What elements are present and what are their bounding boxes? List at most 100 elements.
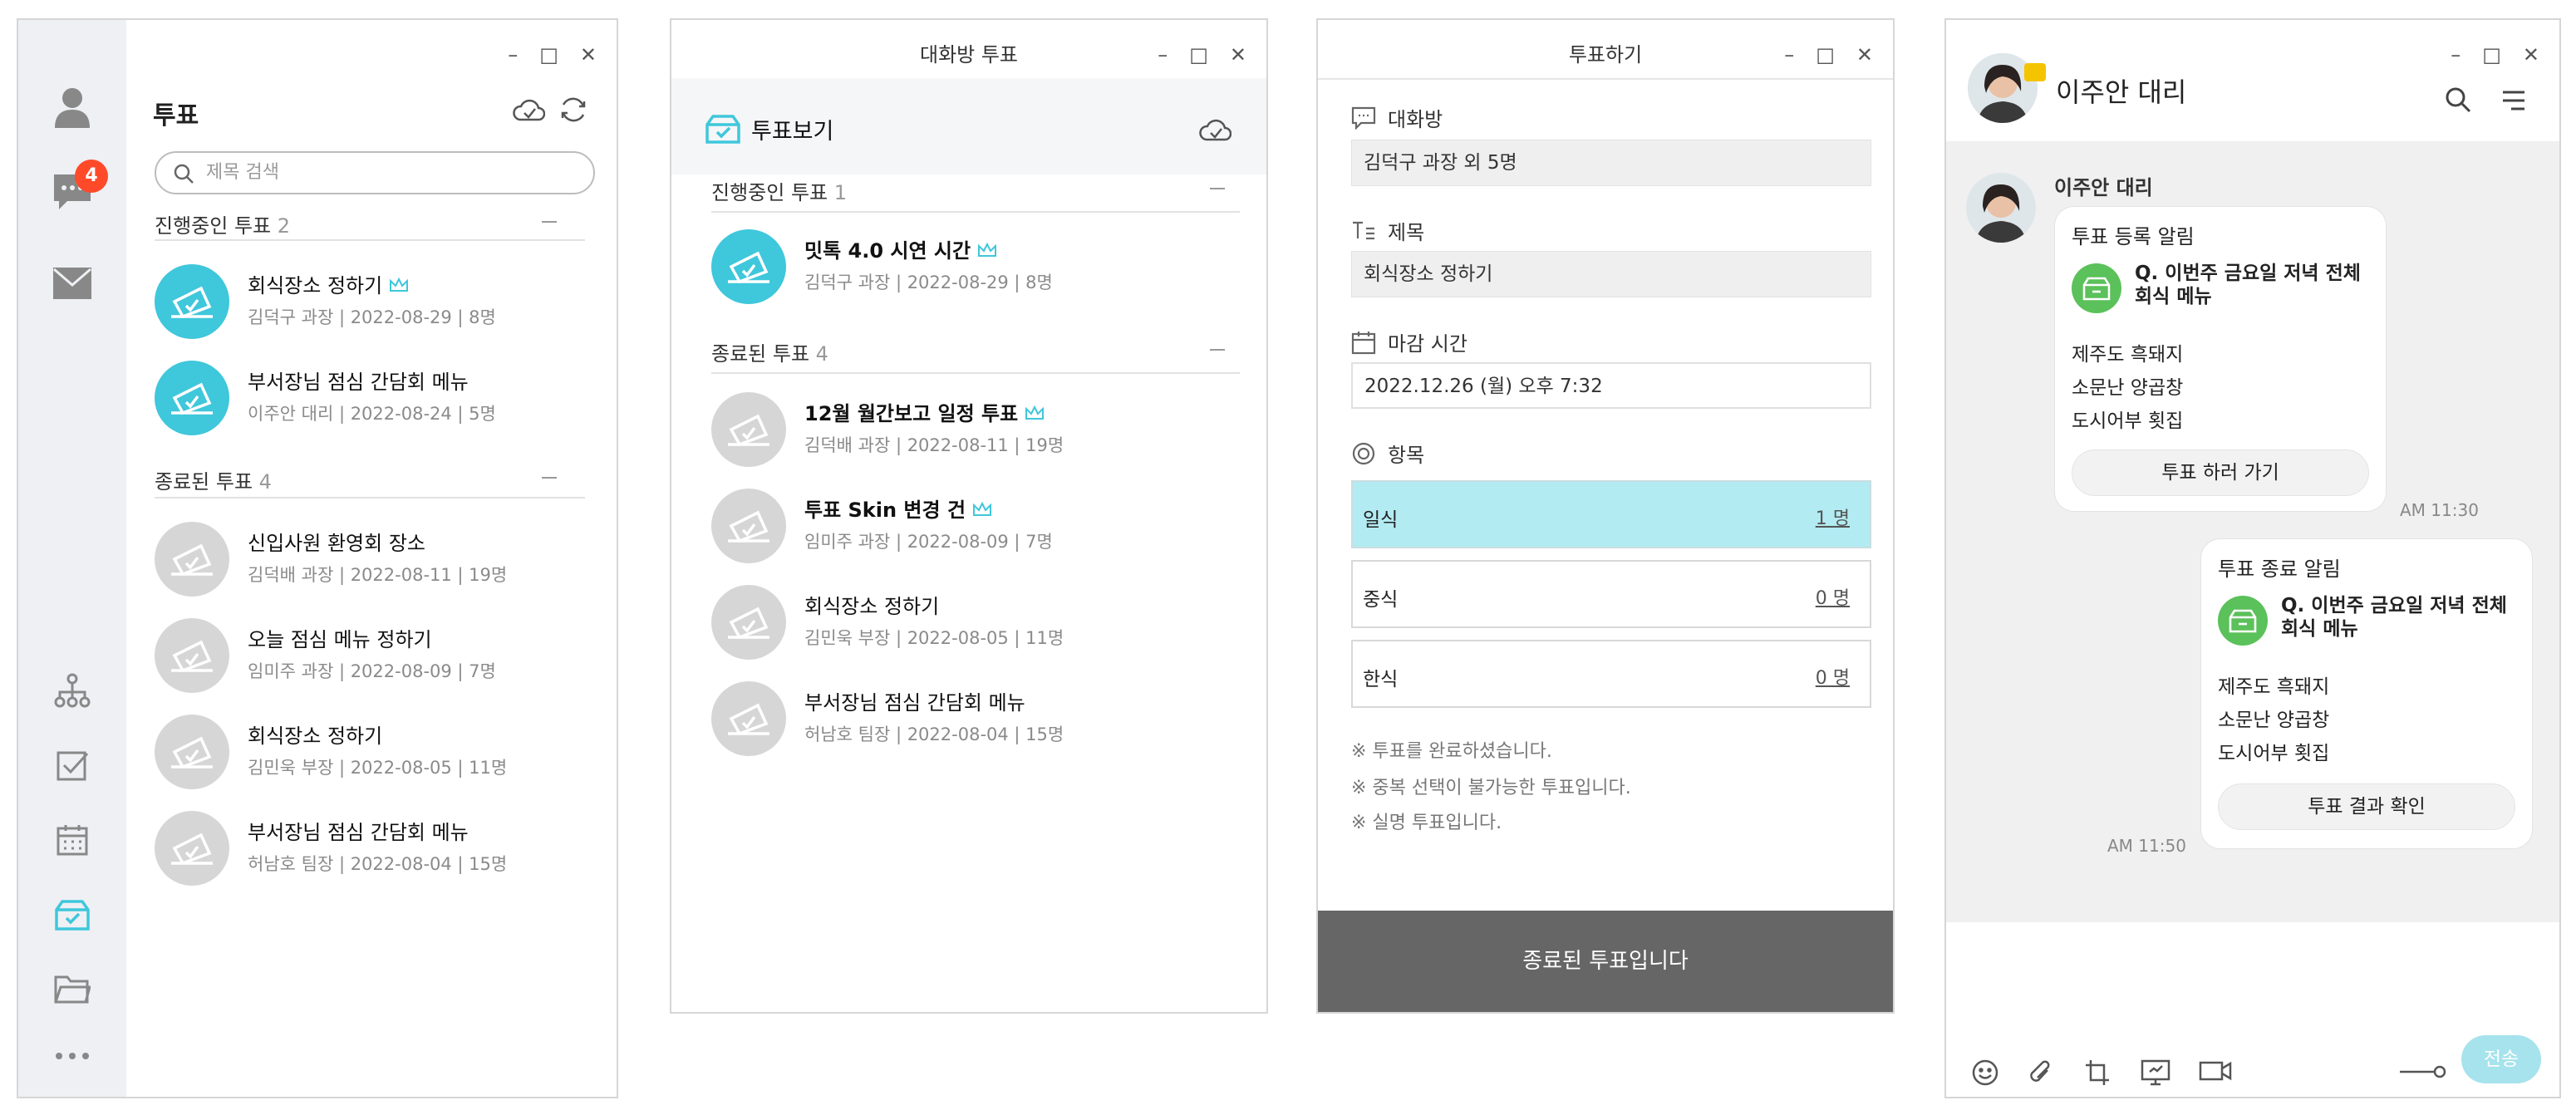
item-title: 부서장님 점심 간담회 메뉴 [804, 691, 1025, 715]
emoji-icon[interactable] [1971, 1059, 1999, 1087]
more-icon[interactable] [52, 1035, 93, 1077]
vote-box-icon[interactable] [52, 894, 93, 936]
screen-share-icon[interactable] [2141, 1059, 2170, 1087]
message-header: 투표 등록 알림 [2072, 225, 2195, 248]
collapse-ongoing-button[interactable] [1210, 188, 1225, 189]
ended-section-header[interactable]: 종료된 투표 4 [155, 465, 272, 494]
ballot-icon [171, 736, 213, 769]
vote-question: Q. 이번주 금요일 저녁 전체 회식 메뉴 [2135, 263, 2361, 307]
deadline-field: 2022.12.26 (월) 오후 7:32 [1351, 362, 1871, 409]
minimize-button[interactable]: – [1784, 45, 1794, 65]
ballot-icon [171, 543, 213, 577]
vote-list-item[interactable]: 밋톡 4.0 시연 시간 김덕구 과장 | 2022-08-29 | 8명 [711, 229, 1227, 312]
vote-avatar [711, 229, 786, 304]
message-time: AM 11:50 [2107, 836, 2186, 856]
item-meta: 김민욱 부장 | 2022-08-05 | 11명 [248, 758, 508, 778]
vote-option[interactable]: 한식 0 명 [1351, 640, 1871, 708]
attachment-icon[interactable] [2028, 1059, 2052, 1087]
ongoing-section-header[interactable]: 진행중인 투표 1 [711, 176, 847, 205]
divider [711, 211, 1240, 213]
vote-ended-banner: 종료된 투표입니다 [1318, 911, 1893, 1012]
cloud-upload-icon[interactable] [512, 96, 546, 128]
option-count-link[interactable]: 0 명 [1816, 663, 1850, 690]
minimize-button[interactable]: – [1158, 45, 1168, 65]
option-count-link[interactable]: 0 명 [1816, 583, 1850, 610]
menu-icon[interactable] [2501, 90, 2526, 111]
vote-option[interactable]: 중식 0 명 [1351, 560, 1871, 628]
ended-section-header[interactable]: 종료된 투표 4 [711, 337, 828, 366]
refresh-icon[interactable] [558, 95, 588, 130]
send-button[interactable]: 전송 [2461, 1035, 2541, 1083]
close-button[interactable]: ✕ [580, 45, 597, 65]
vote-list-item[interactable]: 회식장소 정하기 김덕구 과장 | 2022-08-29 | 8명 [155, 264, 603, 347]
room-label-text: 대화방 [1388, 108, 1443, 131]
video-call-icon[interactable] [2199, 1059, 2232, 1083]
mail-icon[interactable] [52, 263, 93, 304]
maximize-button[interactable]: □ [1189, 45, 1208, 65]
ballot-icon [728, 510, 769, 543]
vote-avatar [155, 811, 229, 886]
calendar-icon[interactable] [52, 819, 93, 861]
vote-list-item[interactable]: 부서장님 점심 간담회 메뉴 허남호 팀장 | 2022-08-04 | 15명 [711, 681, 1227, 764]
item-title: 회식장소 정하기 [248, 274, 383, 297]
ballot-icon [171, 640, 213, 673]
minimize-button[interactable]: – [2451, 45, 2460, 65]
crop-icon[interactable] [2084, 1059, 2111, 1087]
room-label: 대화방 [1351, 103, 1443, 132]
crown-icon [977, 240, 997, 263]
vote-result-button[interactable]: 투표 결과 확인 [2218, 783, 2515, 830]
search-icon[interactable] [2445, 86, 2471, 113]
message-header: 투표 종료 알림 [2218, 558, 2341, 581]
vote-option-selected[interactable]: 일식 1 명 [1351, 480, 1871, 548]
collapse-ongoing-button[interactable] [542, 221, 557, 223]
ballot-icon [728, 414, 769, 447]
folder-icon[interactable] [52, 969, 93, 1010]
vote-choice: 제주도 흑돼지 [2072, 344, 2184, 366]
task-check-icon[interactable] [52, 744, 93, 786]
vote-list-item[interactable]: 신입사원 환영회 장소 김덕배 과장 | 2022-08-11 | 19명 [155, 522, 603, 605]
option-count-link[interactable]: 1 명 [1816, 503, 1850, 530]
ballot-icon [728, 607, 769, 640]
vote-list-item[interactable]: 투표 Skin 변경 건 임미주 과장 | 2022-08-09 | 7명 [711, 489, 1227, 572]
avatar[interactable] [1966, 173, 2036, 243]
maximize-button[interactable]: □ [2482, 45, 2501, 65]
item-title: 신입사원 환영회 장소 [248, 532, 425, 555]
close-button[interactable]: ✕ [1856, 45, 1873, 65]
close-button[interactable]: ✕ [1230, 45, 1246, 65]
collapse-ended-button[interactable] [1210, 349, 1225, 351]
close-button[interactable]: ✕ [2523, 45, 2539, 65]
deadline-label-text: 마감 시간 [1388, 332, 1467, 356]
deadline-label: 마감 시간 [1351, 327, 1467, 356]
option-name: 한식 [1363, 669, 1399, 690]
maximize-button[interactable]: □ [539, 45, 558, 65]
chat-window: 이주안 대리 – □ ✕ 이주안 대리 투표 등록 알림 Q. 이번주 금요일 … [1944, 18, 2561, 1098]
vote-list-item[interactable]: 오늘 점심 메뉴 정하기 임미주 과장 | 2022-08-09 | 7명 [155, 618, 603, 701]
vote-avatar [711, 489, 786, 563]
message-input[interactable] [1946, 922, 2559, 1030]
vote-list-item[interactable]: 회식장소 정하기 김민욱 부장 | 2022-08-05 | 11명 [711, 585, 1227, 668]
search-input[interactable]: 제목 검색 [155, 151, 595, 194]
chatroom-vote-window: 대화방 투표 – □ ✕ 투표보기 진행중인 투표 1 밋톡 4.0 시연 시간… [670, 18, 1268, 1014]
vote-detail-window: 투표하기 – □ ✕ 대화방 김덕구 과장 외 5명 제목 회식장소 정하기 마… [1316, 18, 1895, 1014]
go-vote-button[interactable]: 투표 하러 가기 [2072, 449, 2369, 496]
maximize-button[interactable]: □ [1816, 45, 1835, 65]
option-name: 일식 [1363, 509, 1399, 531]
cloud-upload-icon[interactable] [1198, 116, 1231, 143]
vote-choice: 제주도 흑돼지 [2218, 676, 2330, 698]
item-title: 회식장소 정하기 [248, 725, 383, 748]
profile-icon[interactable] [52, 86, 93, 128]
vote-list-item[interactable]: 부서장님 점심 간담회 메뉴 허남호 팀장 | 2022-08-04 | 15명 [155, 811, 603, 894]
vote-list-item[interactable]: 부서장님 점심 간담회 메뉴 이주안 대리 | 2022-08-24 | 5명 [155, 361, 603, 444]
ongoing-section-header[interactable]: 진행중인 투표 2 [155, 209, 290, 238]
crown-icon [972, 499, 992, 523]
ended-count: 4 [258, 470, 272, 494]
vote-list-item[interactable]: 회식장소 정하기 김민욱 부장 | 2022-08-05 | 11명 [155, 715, 603, 798]
ballot-icon [171, 286, 213, 319]
item-title: 오늘 점심 메뉴 정하기 [248, 628, 432, 651]
org-chart-icon[interactable] [52, 670, 93, 711]
collapse-ended-button[interactable] [542, 477, 557, 479]
item-meta: 임미주 과장 | 2022-08-09 | 7명 [248, 661, 496, 681]
minimize-button[interactable]: – [508, 45, 518, 65]
send-option-toggle[interactable] [2398, 1063, 2446, 1080]
vote-list-item[interactable]: 12월 월간보고 일정 투표 김덕배 과장 | 2022-08-11 | 19명 [711, 392, 1227, 475]
